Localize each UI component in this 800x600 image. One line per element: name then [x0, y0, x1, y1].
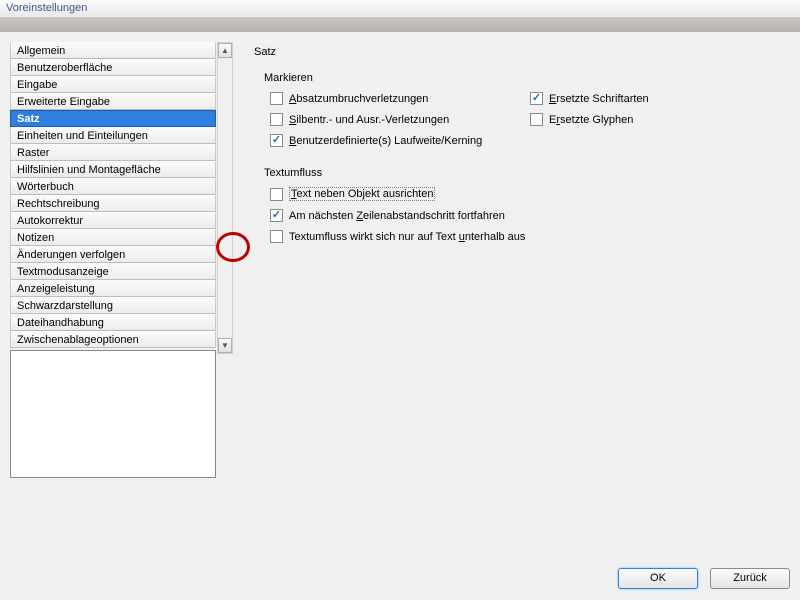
checkbox-zeilenabstand[interactable] [270, 209, 283, 222]
sidebar-item-label: Änderungen verfolgen [17, 249, 125, 261]
sidebar-item-label: Autokorrektur [17, 215, 83, 227]
sidebar-item-hilfslinien[interactable]: Hilfslinien und Montagefläche [10, 161, 216, 178]
sidebar-item-label: Allgemein [17, 45, 65, 57]
label-neben-objekt: Text neben Objekt ausrichten [289, 187, 435, 201]
sidebar-item-label: Zwischenablageoptionen [17, 334, 139, 346]
sidebar-item-label: Rechtschreibung [17, 198, 100, 210]
group-markieren: Markieren Absatzumbruchverletzungen Erse… [264, 72, 790, 147]
label-ersetzte-schriftarten: Ersetzte Schriftarten [549, 93, 649, 105]
sidebar-item-label: Satz [17, 113, 40, 125]
checkbox-ersetzte-schriftarten[interactable] [530, 92, 543, 105]
label-absatzumbruch: Absatzumbruchverletzungen [289, 93, 428, 105]
group-textumfluss: Textumfluss Text neben Objekt ausrichten… [264, 167, 790, 243]
checkbox-neben-objekt[interactable] [270, 188, 283, 201]
group-title-textumfluss: Textumfluss [264, 167, 790, 179]
sidebar-item-label: Textmodusanzeige [17, 266, 109, 278]
checkbox-absatzumbruch[interactable] [270, 92, 283, 105]
sidebar-item-label: Einheiten und Einteilungen [17, 130, 148, 142]
sidebar-item-label: Raster [17, 147, 49, 159]
label-unterhalb: Textumfluss wirkt sich nur auf Text unte… [289, 231, 525, 243]
sidebar-item-zwischenablage[interactable]: Zwischenablageoptionen [10, 331, 216, 348]
sidebar-item-satz[interactable]: Satz [10, 110, 216, 127]
sidebar-item-dateihandhabung[interactable]: Dateihandhabung [10, 314, 216, 331]
sidebar-item-label: Anzeigeleistung [17, 283, 95, 295]
background-blur [0, 18, 800, 32]
sidebar-item-label: Hilfslinien und Montagefläche [17, 164, 161, 176]
back-button[interactable]: Zurück [710, 568, 790, 589]
highlight-circle-annotation [216, 232, 250, 262]
ok-button[interactable]: OK [618, 568, 698, 589]
checkbox-silbentr[interactable] [270, 113, 283, 126]
label-zeilenabstand: Am nächsten Zeilenabstandschritt fortfah… [289, 210, 505, 222]
sidebar-item-schwarzdarstellung[interactable]: Schwarzdarstellung [10, 297, 216, 314]
settings-panel: Satz Markieren Absatzumbruchverletzungen… [216, 42, 790, 560]
sidebar-item-anzeigeleistung[interactable]: Anzeigeleistung [10, 280, 216, 297]
sidebar-item-aenderungen[interactable]: Änderungen verfolgen [10, 246, 216, 263]
panel-title: Satz [254, 46, 790, 58]
sidebar-item-label: Schwarzdarstellung [17, 300, 113, 312]
sidebar-item-textmodus[interactable]: Textmodusanzeige [10, 263, 216, 280]
preview-area [10, 350, 216, 478]
sidebar-item-notizen[interactable]: Notizen [10, 229, 216, 246]
sidebar-item-woerterbuch[interactable]: Wörterbuch [10, 178, 216, 195]
group-title-markieren: Markieren [264, 72, 790, 84]
sidebar-item-label: Wörterbuch [17, 181, 74, 193]
category-sidebar: Allgemein Benutzeroberfläche Eingabe Erw… [10, 42, 216, 560]
dialog-footer: OK Zurück [0, 562, 800, 600]
sidebar-item-rechtschreibung[interactable]: Rechtschreibung [10, 195, 216, 212]
label-silbentr: Silbentr.- und Ausr.-Verletzungen [289, 114, 449, 126]
window-title: Voreinstellungen [6, 2, 87, 14]
category-list: Allgemein Benutzeroberfläche Eingabe Erw… [10, 42, 216, 348]
sidebar-item-label: Eingabe [17, 79, 57, 91]
sidebar-item-eingabe[interactable]: Eingabe [10, 76, 216, 93]
sidebar-item-benutzeroberflaeche[interactable]: Benutzeroberfläche [10, 59, 216, 76]
window-titlebar: Voreinstellungen [0, 0, 800, 18]
checkbox-laufweite[interactable] [270, 134, 283, 147]
checkbox-unterhalb[interactable] [270, 230, 283, 243]
content-area: Allgemein Benutzeroberfläche Eingabe Erw… [0, 34, 800, 560]
sidebar-item-label: Notizen [17, 232, 54, 244]
sidebar-item-raster[interactable]: Raster [10, 144, 216, 161]
sidebar-item-label: Benutzeroberfläche [17, 62, 112, 74]
sidebar-item-erweiterte-eingabe[interactable]: Erweiterte Eingabe [10, 93, 216, 110]
sidebar-item-autokorrektur[interactable]: Autokorrektur [10, 212, 216, 229]
sidebar-item-einheiten[interactable]: Einheiten und Einteilungen [10, 127, 216, 144]
sidebar-item-label: Erweiterte Eingabe [17, 96, 110, 108]
sidebar-item-label: Dateihandhabung [17, 317, 104, 329]
sidebar-item-allgemein[interactable]: Allgemein [10, 42, 216, 59]
label-laufweite: Benutzerdefinierte(s) Laufweite/Kerning [289, 135, 482, 147]
checkbox-ersetzte-glyphen[interactable] [530, 113, 543, 126]
label-ersetzte-glyphen: Ersetzte Glyphen [549, 114, 633, 126]
